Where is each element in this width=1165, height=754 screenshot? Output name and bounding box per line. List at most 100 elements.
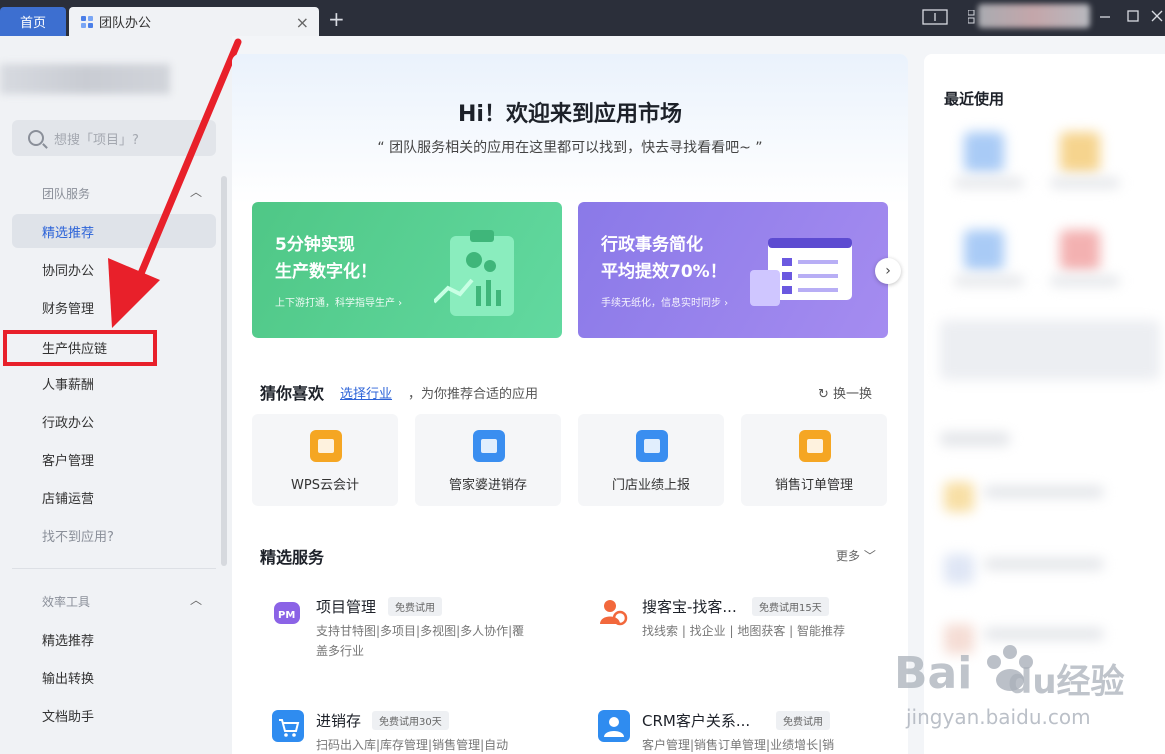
- close-window-icon[interactable]: [1150, 9, 1164, 23]
- more-label: 更多: [836, 549, 861, 563]
- group-title-team-services: 团队服务: [42, 187, 91, 201]
- trial-badge: 免费试用: [776, 711, 830, 730]
- order-clipboard-icon: [799, 430, 831, 462]
- sidebar-item-collaboration[interactable]: 协同办公: [12, 252, 216, 286]
- tab-label: 团队办公: [99, 16, 152, 31]
- rec-card[interactable]: WPS云会计: [252, 414, 398, 506]
- svg-text:PM: PM: [278, 610, 295, 621]
- customer-search-icon: [600, 600, 628, 626]
- tab-team-office[interactable]: 团队办公 ×: [69, 7, 319, 36]
- sidebar-item-hr-payroll[interactable]: 人事薪酬: [12, 366, 216, 400]
- sidebar-item-customers[interactable]: 客户管理: [12, 442, 216, 476]
- project-management-icon: PM: [274, 602, 300, 624]
- account-info[interactable]: [978, 4, 1090, 28]
- team-name[interactable]: [0, 64, 170, 94]
- refresh-button[interactable]: ↻ 换一换: [818, 383, 872, 402]
- more-button[interactable]: 更多 ﹀: [836, 547, 876, 564]
- crm-user-icon: [598, 710, 630, 742]
- recent-app-icon[interactable]: [964, 132, 1004, 172]
- svg-text:Bai: Bai: [894, 648, 972, 699]
- search-placeholder: 想搜「项目」?: [54, 132, 139, 148]
- sidebar-item-store-ops[interactable]: 店铺运营: [12, 480, 216, 514]
- banner-title: 5分钟实现 生产数字化！: [275, 232, 425, 286]
- select-industry-link[interactable]: 选择行业: [340, 383, 392, 402]
- recent-app-label: [954, 178, 1024, 188]
- recent-app-label: [954, 276, 1024, 286]
- new-tab-button[interactable]: +: [328, 9, 345, 29]
- section-title-guess: 猜你喜欢: [260, 384, 325, 403]
- rec-card[interactable]: 销售订单管理: [741, 414, 887, 506]
- service-title: 搜客宝-找客...: [642, 598, 737, 616]
- sidebar-item-tools-featured[interactable]: 精选推荐: [12, 622, 216, 656]
- banner-subtitle: 上下游打通，科学指导生产 ›: [275, 298, 403, 309]
- apps-icon: [81, 15, 93, 28]
- annotation-highlight-box: [3, 330, 157, 366]
- cloud-store-icon: [473, 430, 505, 462]
- banner-production[interactable]: 5分钟实现 生产数字化！ 上下游打通，科学指导生产 ›: [252, 202, 562, 338]
- service-desc: 支持甘特图|多项目|多视图|多人协作|覆盖多行业: [316, 624, 525, 658]
- refresh-label: 换一换: [833, 387, 873, 402]
- recent-app-icon[interactable]: [1060, 132, 1100, 172]
- divider: [12, 568, 216, 569]
- recent-section-title: [940, 432, 1010, 446]
- banner-subtitle: 手续无纸化，信息实时同步 ›: [601, 298, 729, 309]
- sidebar-item-not-found[interactable]: 找不到应用?: [12, 518, 216, 552]
- rec-label: 销售订单管理: [774, 478, 853, 493]
- split-view-icon[interactable]: [922, 9, 948, 25]
- recent-item-icon[interactable]: [944, 482, 974, 512]
- grid-icon[interactable]: [968, 10, 976, 24]
- close-icon[interactable]: ×: [296, 13, 309, 32]
- rec-card[interactable]: 门店业绩上报: [578, 414, 724, 506]
- search-input[interactable]: 想搜「项目」?: [12, 120, 216, 156]
- section-desc: ，为你推荐合适的应用: [408, 387, 539, 402]
- maximize-icon[interactable]: [1126, 9, 1140, 23]
- service-item[interactable]: 进销存 免费试用30天 扫码出入库|库存管理|销售管理|自动: [272, 710, 552, 754]
- chevron-right-icon[interactable]: ›: [875, 258, 901, 284]
- service-title: CRM客户关系...: [642, 712, 751, 730]
- sidebar-item-doc-assistant[interactable]: 文档助手: [12, 698, 216, 732]
- recent-app-icon[interactable]: [1060, 230, 1100, 270]
- page-subtitle: “ 团队服务相关的应用在这里都可以找到，快去寻找看看吧~ ”: [377, 140, 763, 156]
- service-desc: 找线索 | 找企业 | 地图获客 | 智能推荐: [642, 624, 846, 638]
- service-item[interactable]: PM 项目管理 免费试用 支持甘特图|多项目|多视图|多人协作|覆盖多行业: [272, 596, 552, 666]
- hero-background: [232, 54, 908, 204]
- sidebar-item-admin[interactable]: 行政办公: [12, 404, 216, 438]
- clipboard-chart-icon: [434, 230, 514, 316]
- rec-card[interactable]: 管家婆进销存: [415, 414, 561, 506]
- service-title: 项目管理: [316, 598, 377, 616]
- recent-title: 最近使用: [944, 90, 1005, 108]
- tab-home[interactable]: 首页: [0, 7, 66, 36]
- banner-title: 行政事务简化 平均提效70%！: [601, 232, 751, 286]
- rec-label: 管家婆进销存: [448, 478, 527, 493]
- watermark-url: jingyan.baidu.com: [906, 705, 1091, 729]
- service-item[interactable]: 搜客宝-找客... 免费试用15天 找线索 | 找企业 | 地图获客 | 智能推…: [598, 596, 878, 666]
- sidebar-item-convert[interactable]: 输出转换: [12, 660, 216, 694]
- service-desc: 客户管理|销售订单管理|业绩增长|销: [642, 738, 835, 752]
- watermark-brand: du经验: [1008, 662, 1125, 702]
- search-icon: [28, 130, 44, 146]
- banner-title-line: 5分钟实现: [275, 235, 355, 255]
- minimize-icon[interactable]: [1098, 9, 1112, 23]
- recent-app-icon[interactable]: [964, 230, 1004, 270]
- banner-title-line: 生产数字化！: [275, 262, 377, 282]
- group-title-efficiency-tools: 效率工具: [42, 595, 91, 609]
- banner-admin[interactable]: 行政事务简化 平均提效70%！ 手续无纸化，信息实时同步 ›: [578, 202, 888, 338]
- service-desc: 扫码出入库|库存管理|销售管理|自动: [316, 738, 509, 752]
- form-list-icon: [750, 238, 852, 306]
- recent-item-label: [984, 558, 1104, 570]
- sidebar-item-featured[interactable]: 精选推荐: [12, 214, 216, 248]
- chevron-up-icon[interactable]: ︿: [190, 183, 202, 200]
- recent-card[interactable]: [940, 320, 1160, 380]
- service-item[interactable]: CRM客户关系... 免费试用 客户管理|销售订单管理|业绩增长|销: [598, 710, 878, 754]
- sidebar-scrollbar[interactable]: [221, 176, 227, 566]
- banner-title-line: 行政事务简化: [601, 235, 703, 255]
- recent-item-label: [984, 486, 1104, 498]
- banner-title-line: 平均提效70%！: [601, 262, 727, 282]
- report-chart-icon: [636, 430, 668, 462]
- chevron-up-icon[interactable]: ︿: [190, 591, 202, 608]
- refresh-icon: ↻: [818, 387, 834, 402]
- recent-item-icon[interactable]: [944, 554, 974, 584]
- sidebar-item-finance[interactable]: 财务管理: [12, 290, 216, 324]
- trial-badge: 免费试用: [388, 597, 442, 616]
- accounting-icon: [310, 430, 342, 462]
